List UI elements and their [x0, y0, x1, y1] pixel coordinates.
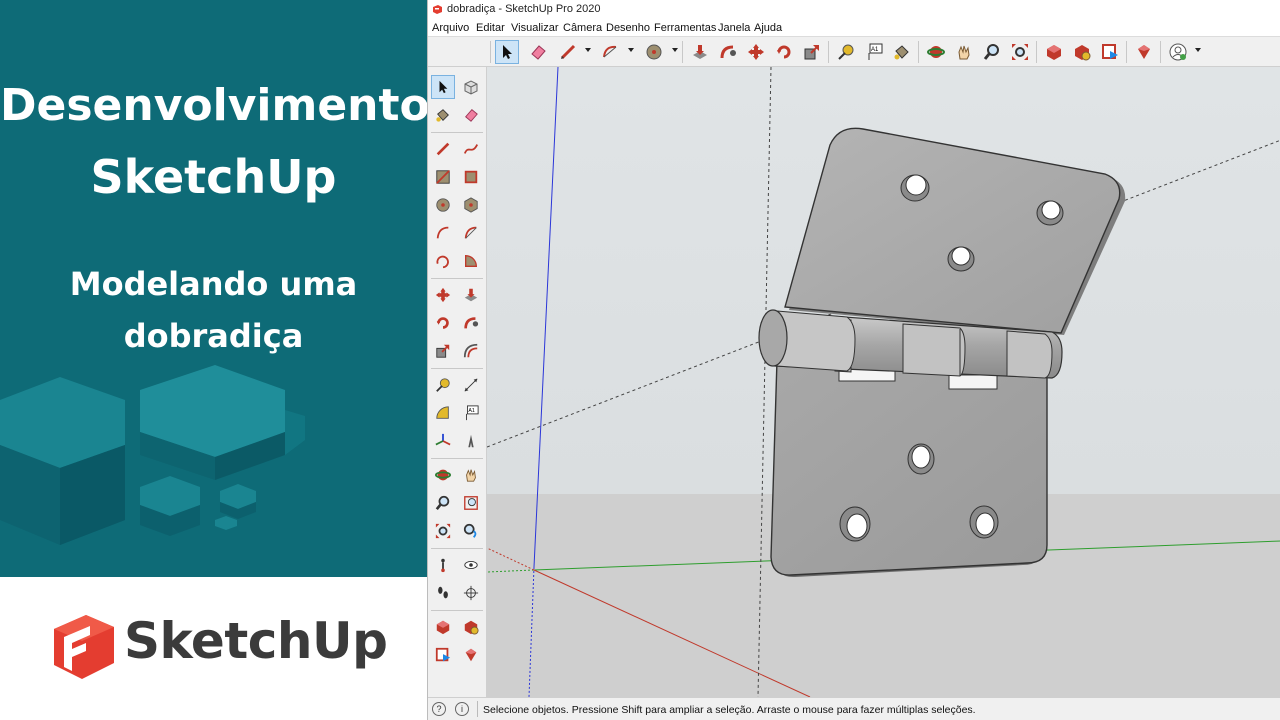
position-camera-icon[interactable]: [431, 553, 455, 577]
tape-measure-icon[interactable]: [834, 40, 858, 64]
move-tool-icon[interactable]: [431, 283, 455, 307]
push-pull-tool-icon[interactable]: [459, 283, 483, 307]
window-title: dobradiça - SketchUp Pro 2020: [447, 3, 601, 15]
hinge-lower-leaf[interactable]: [770, 358, 1048, 578]
tape-measure-tool-icon[interactable]: [431, 373, 455, 397]
orbit-tool-icon[interactable]: [431, 463, 455, 487]
orbit-icon[interactable]: [924, 40, 948, 64]
menu-ferramentas[interactable]: Ferramentas: [654, 22, 716, 34]
zoom-extents-tool-icon[interactable]: [431, 519, 455, 543]
zoom-window-icon[interactable]: [459, 491, 483, 515]
extension-warehouse-icon[interactable]: [1070, 40, 1094, 64]
viewport-scene[interactable]: [487, 67, 1280, 697]
look-around-icon[interactable]: [459, 553, 483, 577]
extension-warehouse-tool-icon[interactable]: [459, 615, 483, 639]
rotate-tool-icon[interactable]: [431, 311, 455, 335]
layout-icon[interactable]: [1098, 40, 1122, 64]
circle-icon[interactable]: [642, 40, 666, 64]
layout-tool-icon[interactable]: [431, 643, 455, 667]
title-bar: dobradiça - SketchUp Pro 2020: [428, 0, 1280, 19]
extension-manager-tool-icon[interactable]: [459, 643, 483, 667]
walk-icon[interactable]: [431, 581, 455, 605]
offset-icon[interactable]: [459, 339, 483, 363]
arc-tool-icon[interactable]: [431, 221, 455, 245]
pan-icon[interactable]: [952, 40, 976, 64]
section-plane-icon[interactable]: [459, 581, 483, 605]
menu-bar: Arquivo Editar Visualizar Câmera Desenho…: [428, 19, 1280, 37]
rectangle-icon[interactable]: [431, 165, 455, 189]
protractor-icon[interactable]: [431, 401, 455, 425]
menu-ajuda[interactable]: Ajuda: [754, 22, 782, 34]
menu-arquivo[interactable]: Arquivo: [432, 22, 469, 34]
svg-text:A1: A1: [871, 47, 879, 53]
circle-tool-icon[interactable]: [431, 193, 455, 217]
info-icon[interactable]: i: [455, 702, 469, 716]
promo-title-line2: SketchUp: [90, 150, 337, 204]
pencil-tool-icon[interactable]: [431, 137, 455, 161]
3d-warehouse-tool-icon[interactable]: [431, 615, 455, 639]
zoom-icon[interactable]: [980, 40, 1004, 64]
make-component-icon[interactable]: [459, 75, 483, 99]
scale-tool-icon[interactable]: [431, 339, 455, 363]
menu-camera[interactable]: Câmera: [563, 22, 602, 34]
paint-bucket-tool-icon[interactable]: [431, 103, 455, 127]
pie-icon[interactable]: [459, 249, 483, 273]
3d-warehouse-icon[interactable]: [1042, 40, 1066, 64]
promo-title-line1: Desenvolvimento: [0, 80, 427, 131]
follow-me-tool-icon[interactable]: [459, 311, 483, 335]
push-pull-icon[interactable]: [688, 40, 712, 64]
sketchup-window: dobradiça - SketchUp Pro 2020 Arquivo Ed…: [427, 0, 1280, 720]
status-text: Selecione objetos. Pressione Shift para …: [483, 704, 976, 716]
promo-subtitle-line1: Modelando uma: [69, 265, 358, 303]
rotated-rectangle-icon[interactable]: [459, 165, 483, 189]
follow-me-icon[interactable]: [716, 40, 740, 64]
model-viewport[interactable]: [487, 67, 1280, 697]
three-point-arc-icon[interactable]: [431, 249, 455, 273]
hexagon-decoration: [0, 365, 305, 545]
text-tool-icon[interactable]: A1: [459, 401, 483, 425]
pencil-icon[interactable]: [556, 40, 580, 64]
help-icon[interactable]: ?: [432, 702, 446, 716]
brand-name: SketchUp: [124, 612, 388, 670]
move-icon[interactable]: [744, 40, 768, 64]
3d-text-icon[interactable]: [459, 429, 483, 453]
status-bar: ? i Selecione objetos. Pressione Shift p…: [428, 697, 1280, 720]
select-tool-icon[interactable]: [431, 75, 455, 99]
sketchup-logo-icon: [54, 615, 114, 679]
pan-tool-icon[interactable]: [459, 463, 483, 487]
scale-icon[interactable]: [800, 40, 824, 64]
eraser-icon[interactable]: [526, 40, 550, 64]
zoom-extents-icon[interactable]: [1008, 40, 1032, 64]
previous-view-icon[interactable]: [459, 519, 483, 543]
menu-visualizar[interactable]: Visualizar: [511, 22, 559, 34]
paint-bucket-icon[interactable]: [890, 40, 914, 64]
menu-editar[interactable]: Editar: [476, 22, 505, 34]
polygon-icon[interactable]: [459, 193, 483, 217]
select-icon[interactable]: [495, 40, 519, 64]
two-point-arc-icon[interactable]: [459, 221, 483, 245]
promo-panel: Desenvolvimento SketchUp Modelando uma d…: [0, 0, 427, 577]
user-icon[interactable]: [1166, 40, 1190, 64]
menu-desenho[interactable]: Desenho: [606, 22, 650, 34]
dimension-icon[interactable]: [459, 373, 483, 397]
zoom-tool-icon[interactable]: [431, 491, 455, 515]
eraser-tool-icon[interactable]: [459, 103, 483, 127]
axes-icon[interactable]: [431, 429, 455, 453]
freehand-icon[interactable]: [459, 137, 483, 161]
menu-janela[interactable]: Janela: [718, 22, 750, 34]
rotate-icon[interactable]: [772, 40, 796, 64]
svg-text:A1: A1: [468, 408, 475, 414]
extension-manager-icon[interactable]: [1132, 40, 1156, 64]
left-toolbar: A1: [428, 67, 487, 697]
main-toolbar: A1: [428, 37, 1280, 67]
arc-icon[interactable]: [598, 40, 622, 64]
sketchup-app-icon: [433, 5, 442, 14]
text-icon[interactable]: A1: [862, 40, 886, 64]
